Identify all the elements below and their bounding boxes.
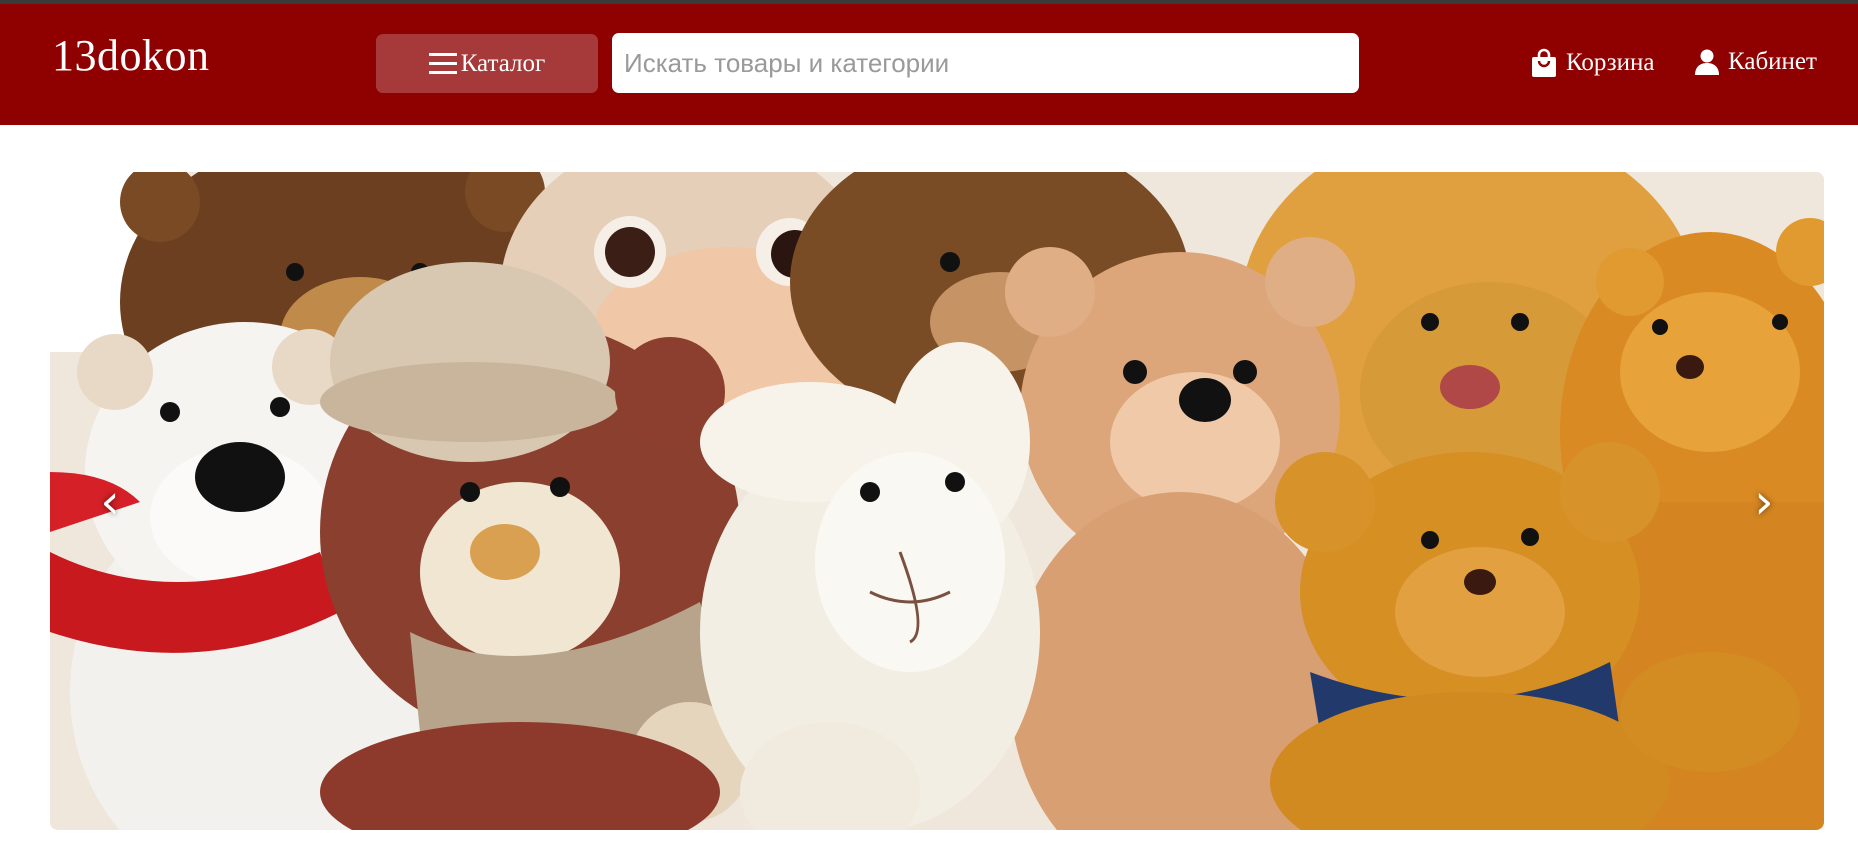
shopping-bag-icon xyxy=(1532,48,1556,77)
cabinet-label: Кабинет xyxy=(1728,48,1817,75)
menu-icon xyxy=(428,51,457,77)
slider-prev-arrow[interactable]: ‹ xyxy=(90,472,130,532)
catalog-label: Каталог xyxy=(460,49,546,77)
search-input[interactable] xyxy=(612,33,1359,93)
plush-toys-banner-image xyxy=(50,172,1824,830)
slider-next-arrow[interactable]: › xyxy=(1744,472,1784,532)
cart-link[interactable]: Корзина xyxy=(1530,48,1654,78)
user-icon xyxy=(1695,49,1719,75)
cart-label: Корзина xyxy=(1566,49,1655,76)
site-header: 13dokon Каталог Корзина Кабинет xyxy=(0,4,1858,125)
site-logo[interactable]: 13dokon xyxy=(52,34,210,78)
hero-slider: ‹ › xyxy=(50,172,1824,830)
catalog-button[interactable]: Каталог xyxy=(376,34,598,93)
cabinet-link[interactable]: Кабинет xyxy=(1694,48,1817,76)
